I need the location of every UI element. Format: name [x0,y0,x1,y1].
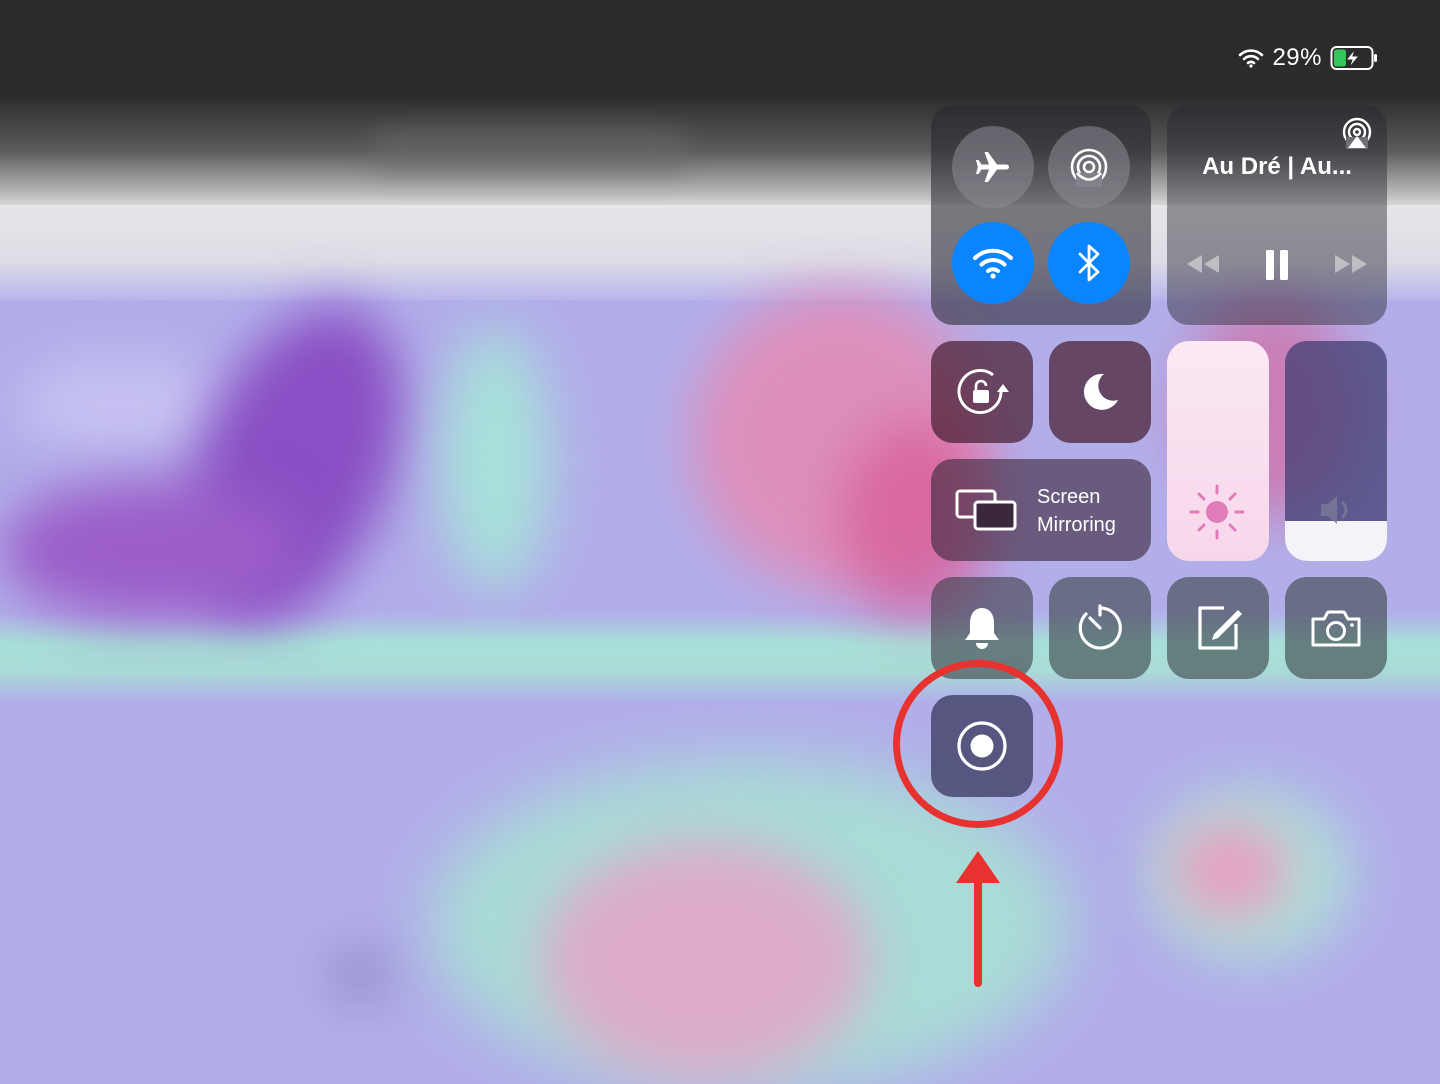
pause-icon[interactable] [1264,249,1290,281]
rotation-lock-icon [953,366,1011,418]
screen-mirroring-button[interactable]: Screen Mirroring [931,459,1151,561]
highlight-circle [893,660,1063,828]
notes-icon [1190,600,1246,656]
now-playing-module[interactable]: Au Dré | Au... [1167,105,1387,325]
camera-icon [1309,607,1363,649]
orientation-lock-button[interactable] [931,341,1033,443]
airplane-mode-toggle[interactable] [952,126,1034,208]
volume-slider[interactable] [1285,341,1387,561]
airplay-icon[interactable] [1341,117,1373,149]
screen-mirroring-label-line1: Screen [1037,486,1101,508]
bluetooth-toggle[interactable] [1048,222,1130,304]
bell-icon [962,605,1002,651]
wifi-icon [972,246,1014,280]
timer-button[interactable] [1049,577,1151,679]
fast-forward-icon[interactable] [1333,253,1369,275]
brightness-slider[interactable] [1167,341,1269,561]
bluetooth-icon [1074,242,1104,284]
timer-icon [1074,602,1126,654]
do-not-disturb-button[interactable] [1049,341,1151,443]
annotation-arrow [956,851,1000,987]
camera-button[interactable] [1285,577,1387,679]
screen-mirroring-icon [955,489,1017,531]
now-playing-title: Au Dré | Au... [1202,153,1352,180]
screen-mirroring-label-line2: Mirroring [1037,514,1116,536]
airdrop-toggle[interactable] [1048,126,1130,208]
airplane-icon [973,147,1013,187]
control-center: Au Dré | Au... Screen Mirroring [0,0,1440,1084]
rewind-icon[interactable] [1185,253,1221,275]
sun-icon [1187,482,1247,542]
wifi-toggle[interactable] [952,222,1034,304]
airdrop-icon [1068,146,1110,188]
moon-icon [1078,370,1122,414]
speaker-icon [1317,493,1357,527]
notes-button[interactable] [1167,577,1269,679]
volume-fill [1285,521,1387,561]
connectivity-module[interactable] [931,105,1151,325]
